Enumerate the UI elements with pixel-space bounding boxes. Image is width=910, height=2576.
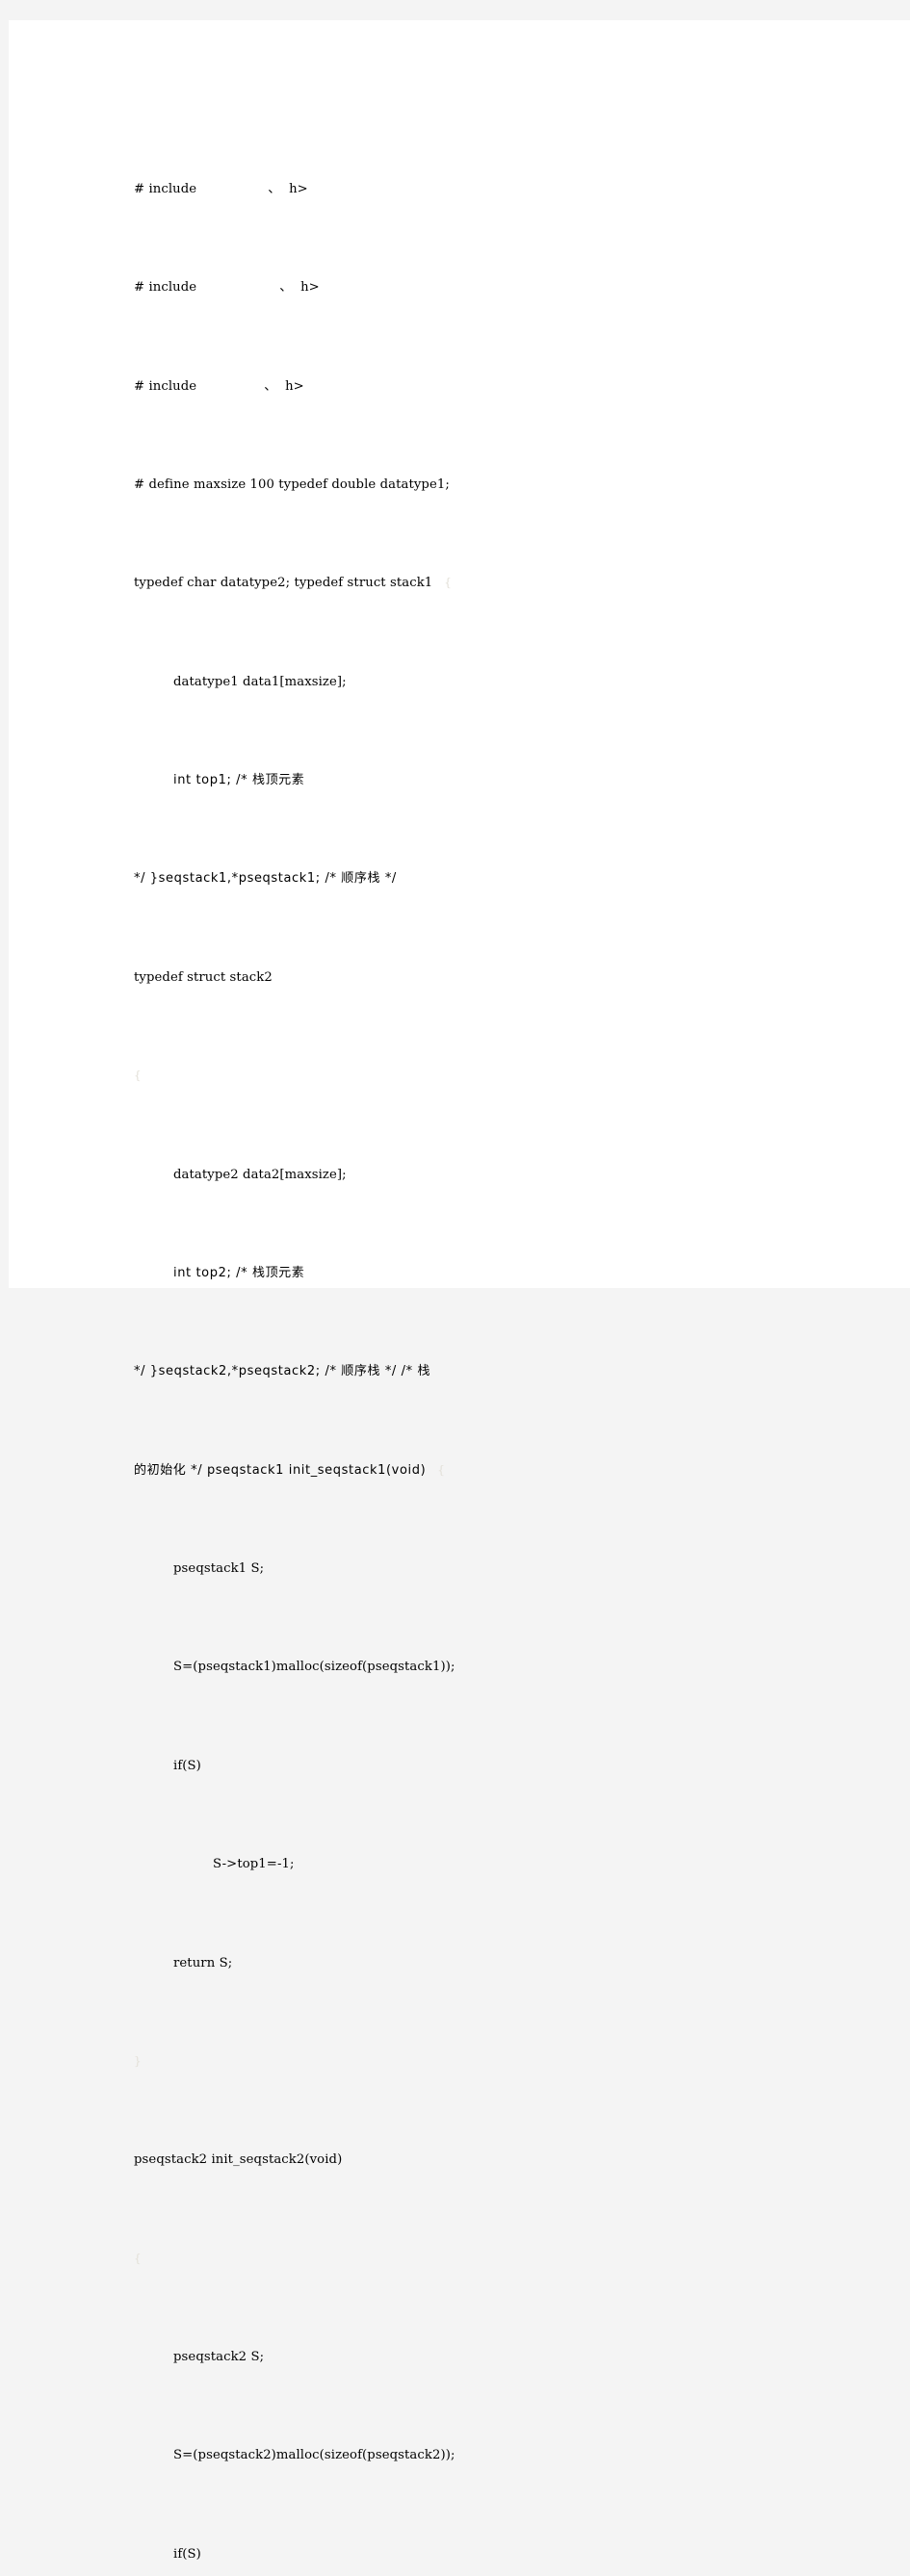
code-line: */ }seqstack2,*pseqstack2; /* 顺序栈 */ /* … bbox=[134, 1359, 519, 1384]
code-line: if(S) bbox=[134, 1754, 519, 1779]
code-line: # include 、 h> bbox=[134, 275, 519, 300]
code-line-text: if(S) bbox=[173, 1758, 201, 1773]
code-line: { bbox=[134, 2247, 519, 2272]
document-page: # include 、 h> # include 、 h> # include 、 h… bbox=[9, 20, 910, 2562]
code-line-text: # include bbox=[134, 280, 197, 296]
code-line-text: 的初始化 */ pseqstack1 init_seqstack1(void) bbox=[134, 1462, 427, 1478]
code-line-tail: 、 h> bbox=[268, 181, 308, 196]
code-line-text: pseqstack2 init_seqstack2(void) bbox=[134, 2152, 343, 2168]
code-line: } bbox=[134, 2049, 519, 2074]
code-line: # include 、 h> bbox=[134, 177, 519, 202]
code-line: datatype1 data1[maxsize]; bbox=[134, 670, 519, 695]
code-line: return S; bbox=[134, 1951, 519, 1976]
code-line: S->top1=-1; bbox=[134, 1852, 519, 1877]
code-line: pseqstack1 S; bbox=[134, 1557, 519, 1582]
code-line: datatype2 data2[maxsize]; bbox=[134, 1163, 519, 1188]
code-line-tail: 、 h> bbox=[264, 378, 304, 394]
code-line-text: pseqstack2 S; bbox=[173, 2350, 265, 2365]
code-line: 的初始化 */ pseqstack1 init_seqstack1(void) { bbox=[134, 1458, 519, 1483]
code-line-text: int top1; /* 栈顶元素 bbox=[173, 773, 305, 788]
close-brace-glyph: } bbox=[134, 2053, 142, 2068]
code-line-text: # define maxsize 100 typedef double data… bbox=[134, 477, 450, 492]
code-line: # define maxsize 100 typedef double data… bbox=[134, 473, 519, 498]
code-line-tail: 、 h> bbox=[279, 280, 320, 296]
code-line: S=(pseqstack1)malloc(sizeof(pseqstack1))… bbox=[134, 1655, 519, 1680]
code-line: typedef char datatype2; typedef struct s… bbox=[134, 571, 519, 596]
code-line: */ }seqstack1,*pseqstack1; /* 顺序栈 */ bbox=[134, 866, 519, 891]
open-brace-glyph: { bbox=[134, 1069, 142, 1083]
open-brace-glyph: { bbox=[134, 2251, 142, 2265]
code-line-text: pseqstack1 S; bbox=[173, 1561, 265, 1577]
code-line-text: datatype2 data2[maxsize]; bbox=[173, 1167, 347, 1182]
code-line: pseqstack2 S; bbox=[134, 2345, 519, 2370]
code-line-text: if(S) bbox=[173, 2546, 201, 2562]
open-brace-glyph: { bbox=[437, 1462, 446, 1477]
code-line-text: datatype1 data1[maxsize]; bbox=[173, 674, 347, 689]
code-line: S=(pseqstack2)malloc(sizeof(pseqstack2))… bbox=[134, 2443, 519, 2468]
code-line-text: */ }seqstack1,*pseqstack1; /* 顺序栈 */ bbox=[134, 871, 397, 887]
code-line-text: # include bbox=[134, 181, 197, 196]
code-line: int top2; /* 栈顶元素 bbox=[134, 1261, 519, 1286]
code-line: typedef struct stack2 bbox=[134, 966, 519, 991]
code-line-text: typedef char datatype2; typedef struct s… bbox=[134, 576, 433, 591]
code-line: int top1; /* 栈顶元素 bbox=[134, 768, 519, 793]
code-line-text: S=(pseqstack1)malloc(sizeof(pseqstack1))… bbox=[173, 1660, 455, 1675]
open-brace-glyph: { bbox=[444, 576, 453, 590]
code-line-text: S=(pseqstack2)malloc(sizeof(pseqstack2))… bbox=[173, 2448, 455, 2463]
code-line: pseqstack2 init_seqstack2(void) bbox=[134, 2148, 519, 2173]
code-line: { bbox=[134, 1064, 519, 1089]
code-line: if(S) bbox=[134, 2542, 519, 2567]
code-line-text: */ }seqstack2,*pseqstack2; /* 顺序栈 */ /* … bbox=[134, 1364, 431, 1379]
code-line: # include 、 h> bbox=[134, 374, 519, 399]
code-line-text: S->top1=-1; bbox=[213, 1857, 295, 1872]
code-line-text: # include bbox=[134, 378, 197, 394]
code-listing: # include 、 h> # include 、 h> # include 、 h… bbox=[134, 103, 519, 2576]
code-line-text: return S; bbox=[173, 1955, 233, 1971]
code-line-text: int top2; /* 栈顶元素 bbox=[173, 1265, 305, 1280]
code-line-text: typedef struct stack2 bbox=[134, 969, 273, 985]
